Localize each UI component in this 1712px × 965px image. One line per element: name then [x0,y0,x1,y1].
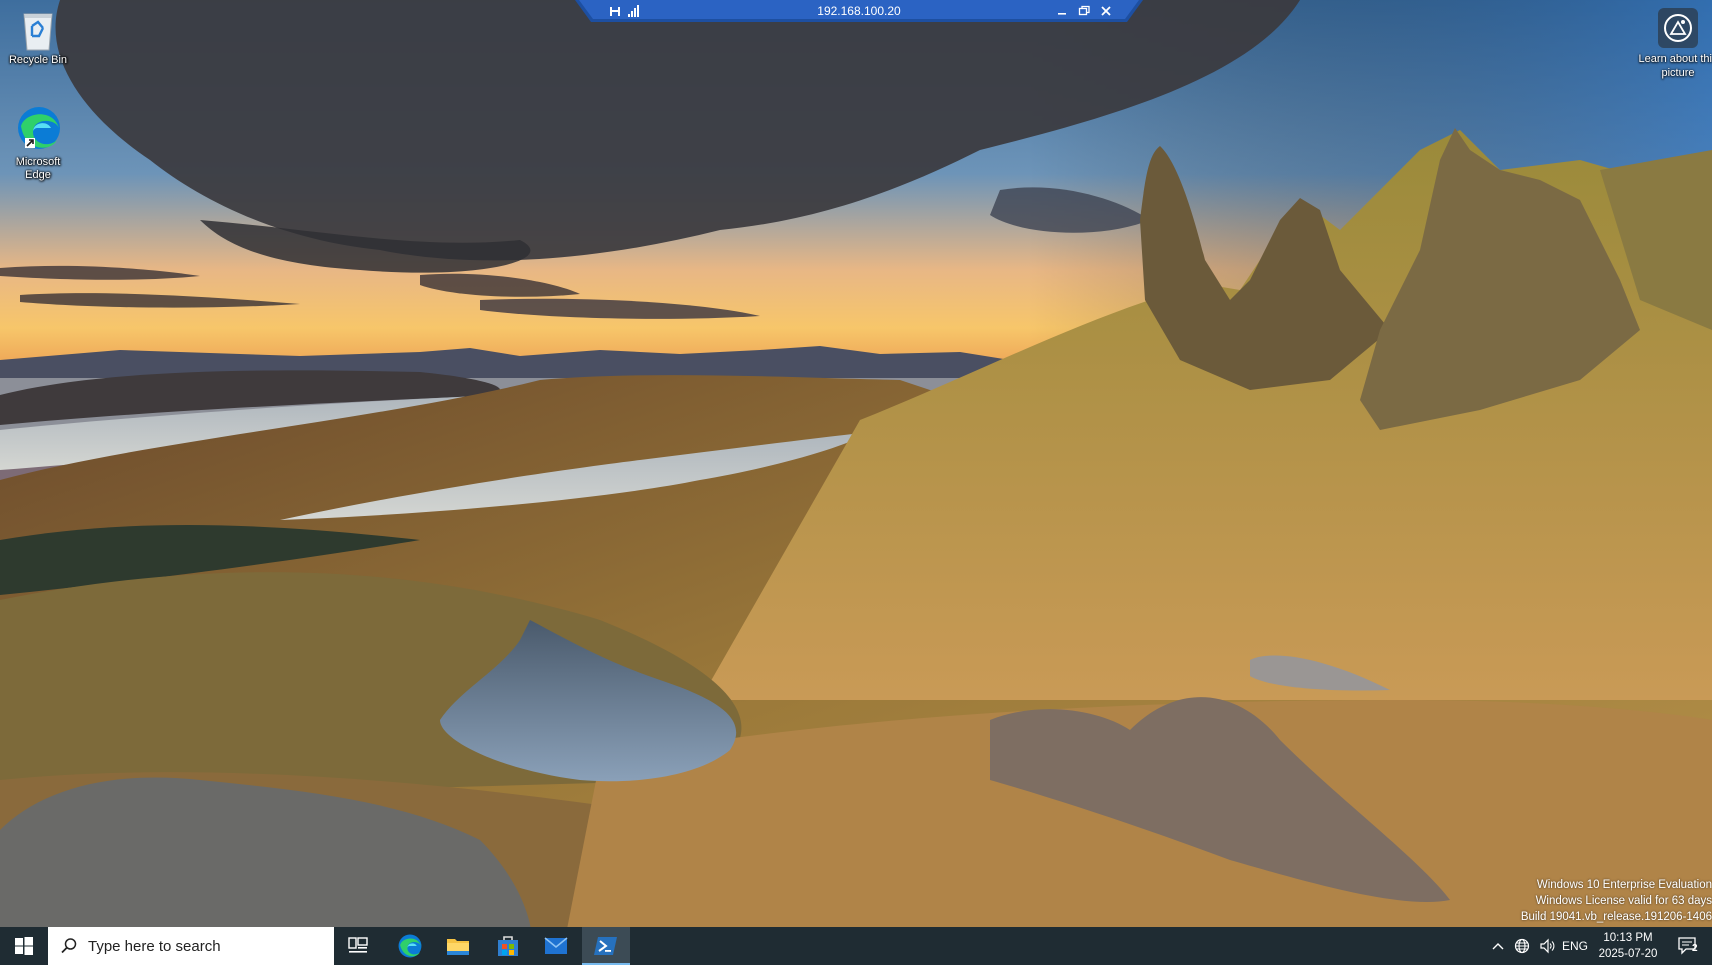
volume-button[interactable] [1536,927,1560,965]
edge-icon [398,934,422,958]
recycle-bin-label: Recycle Bin [8,54,68,66]
taskbar-mail-button[interactable] [532,927,580,965]
show-hidden-icons-button[interactable] [1488,927,1508,965]
windows-evaluation-watermark: Windows 10 Enterprise Evaluation Windows… [1521,877,1712,925]
search-box[interactable]: Type here to search [48,927,334,965]
taskbar: Type here to search ENG 10:13 PM 2025-07… [0,927,1712,965]
task-view-icon [348,937,368,953]
search-icon [61,938,77,954]
taskbar-file-explorer-button[interactable] [434,927,482,965]
mail-icon [544,937,568,954]
windows-logo-icon [15,937,33,955]
globe-icon [1514,938,1530,954]
watermark-build: Build 19041.vb_release.191206-1406 [1520,911,1712,923]
taskbar-edge-button[interactable] [386,927,434,965]
edge-label: Microsoft Edge [15,156,61,181]
clock-date: 2025-07-20 [1598,948,1658,960]
minimize-icon[interactable] [1053,2,1071,20]
desktop-icon-edge[interactable]: Microsoft Edge [1,104,75,182]
input-language-button[interactable]: ENG [1562,927,1588,965]
speaker-icon [1540,938,1555,954]
camera-icon [1658,8,1698,48]
language-indicator: ENG [1562,939,1589,953]
taskbar-powershell-button[interactable] [582,927,630,965]
search-placeholder: Type here to search [88,937,221,955]
edge-icon [18,107,60,149]
learn-picture-label: Learn about this picture [1638,53,1712,79]
desktop-wallpaper [0,0,1712,965]
recycle-bin-icon [23,13,53,51]
notification-count: 2 [1692,943,1698,954]
action-center-button[interactable]: 2 [1670,927,1706,965]
task-view-button[interactable] [334,927,382,965]
learn-about-this-picture[interactable]: Learn about this picture [1634,8,1712,80]
chevron-up-icon [1492,943,1504,950]
network-button[interactable] [1510,927,1534,965]
restore-icon[interactable] [1075,2,1093,20]
clock-time: 10:13 PM [1603,932,1653,944]
clock[interactable]: 10:13 PM 2025-07-20 [1588,930,1668,962]
start-button[interactable] [0,927,48,965]
watermark-edition: Windows 10 Enterprise Evaluation [1536,879,1712,891]
watermark-license: Windows License valid for 63 days [1535,895,1712,907]
folder-icon [447,939,469,955]
powershell-icon [594,937,617,955]
desktop-icon-recycle-bin[interactable]: Recycle Bin [1,6,75,67]
remote-connection-bar: 192.168.100.20 [575,0,1143,24]
taskbar-store-button[interactable] [484,927,532,965]
store-icon [498,936,518,956]
close-icon[interactable] [1097,2,1115,20]
